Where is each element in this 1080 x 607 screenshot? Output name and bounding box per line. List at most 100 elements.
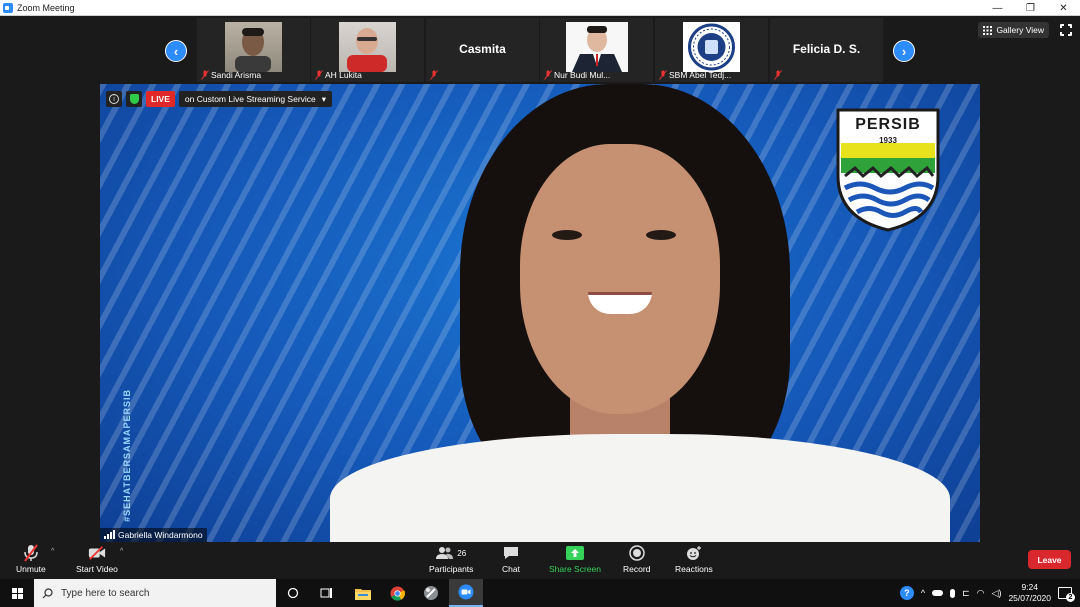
reactions-button[interactable]: Reactions (675, 544, 713, 574)
speaker-eye (552, 230, 582, 240)
cloud-icon[interactable] (932, 590, 944, 596)
participant-video (566, 22, 628, 72)
notification-center-icon[interactable]: 2 (1058, 587, 1075, 602)
taskbar-search[interactable]: Type here to search (34, 579, 276, 607)
live-stream-dropdown[interactable]: on Custom Live Streaming Service ▾ (178, 91, 333, 107)
zoom-logo-icon (3, 2, 13, 13)
participant-tile-nur-budi[interactable]: Nur Budi Mul... (540, 18, 653, 82)
record-icon (628, 544, 646, 562)
leave-button[interactable]: Leave (1028, 550, 1071, 569)
person-silhouette-icon (347, 28, 387, 72)
grid-icon (983, 25, 993, 35)
unmute-label: Unmute (16, 564, 46, 574)
search-icon (42, 587, 53, 598)
task-view-icon[interactable] (310, 579, 344, 607)
active-speaker-video: #SEHATBERSAMAPERSIB PERSIB 1933 i LIVE o… (100, 84, 980, 542)
help-icon[interactable]: ? (899, 586, 914, 600)
mic-muted-icon (430, 70, 438, 80)
network-icon[interactable]: ⊏ (962, 588, 970, 599)
mic-muted-icon (22, 544, 40, 562)
record-label: Record (623, 564, 651, 574)
mic-muted-icon (544, 70, 552, 80)
gallery-strip: ‹ Sandi Arisma AH Lukita Casmita Nur Bud… (0, 16, 1080, 84)
start-video-button[interactable]: Start Video (76, 544, 118, 574)
encryption-shield-button[interactable] (126, 91, 142, 107)
info-icon: i (109, 94, 119, 104)
mic-muted-icon (315, 70, 323, 80)
clock-date: 25/07/2020 (1008, 593, 1051, 603)
windows-taskbar: Type here to search ? ^ ⊏ ◠ ◁) 9:24 25/0… (0, 579, 1080, 607)
participant-tile-lukita[interactable]: AH Lukita (311, 18, 424, 82)
participant-name: Felicia D. S. (792, 42, 861, 56)
chrome-icon[interactable] (380, 579, 414, 607)
person-silhouette-icon (572, 26, 622, 72)
participant-tile-sandi[interactable]: Sandi Arisma (197, 18, 310, 82)
participant-video (683, 22, 740, 72)
background-side-text: #SEHATBERSAMAPERSIB (122, 389, 132, 522)
mic-muted-icon (659, 70, 667, 80)
minimize-button[interactable]: — (981, 0, 1014, 16)
share-screen-icon (565, 544, 584, 562)
start-button[interactable] (0, 579, 34, 607)
speaker-eye (646, 230, 676, 240)
meeting-info-button[interactable]: i (106, 91, 122, 107)
snipping-tool-icon[interactable] (414, 579, 448, 607)
signal-strength-icon (104, 530, 115, 539)
speaker-shirt (330, 434, 950, 542)
share-screen-button[interactable]: Share Screen (549, 544, 601, 574)
chat-button[interactable]: Chat (502, 544, 520, 574)
speaker-name-label: Gabriella Windarmono (100, 528, 207, 542)
unmute-button[interactable]: Unmute (16, 544, 46, 574)
record-button[interactable]: Record (623, 544, 650, 574)
search-placeholder: Type here to search (61, 587, 150, 599)
volume-icon[interactable]: ◁) (992, 588, 1002, 599)
participant-name: Nur Budi Mul... (554, 70, 611, 80)
windows-logo-icon (11, 587, 23, 599)
taskbar-clock[interactable]: 9:24 25/07/2020 (1008, 582, 1051, 604)
participants-icon: 26 (431, 544, 471, 562)
file-explorer-icon[interactable] (346, 579, 380, 607)
participants-count: 26 (457, 548, 467, 558)
previous-page-button[interactable]: ‹ (165, 40, 187, 62)
video-options-caret[interactable]: ^ (120, 548, 123, 555)
meeting-status-bar: i LIVE on Custom Live Streaming Service … (106, 91, 333, 107)
gallery-view-button[interactable]: Gallery View (978, 22, 1049, 38)
zoom-app-icon[interactable] (449, 579, 483, 607)
meeting-toolbar: Unmute ^ Start Video ^ 26 Participants C… (0, 542, 1080, 579)
live-stream-label: on Custom Live Streaming Service (184, 94, 316, 104)
chat-icon (502, 544, 520, 562)
cortana-icon[interactable] (276, 579, 310, 607)
video-off-icon (88, 544, 106, 562)
fullscreen-icon[interactable] (1059, 23, 1073, 37)
participant-tile-sbm-abel[interactable]: SBM Abel Tedj... (655, 18, 768, 82)
live-badge[interactable]: LIVE (146, 91, 175, 107)
participants-label: Participants (429, 564, 474, 574)
participant-name: Casmita (459, 42, 506, 56)
start-video-label: Start Video (76, 564, 118, 574)
wifi-icon[interactable]: ◠ (977, 588, 985, 599)
speaker-face (520, 144, 720, 414)
next-page-button[interactable]: › (893, 40, 915, 62)
close-button[interactable]: ✕ (1047, 0, 1080, 16)
reactions-label: Reactions (675, 564, 713, 574)
logo-year: 1933 (879, 136, 897, 145)
window-title: Zoom Meeting (17, 2, 75, 13)
participant-name: Sandi Arisma (211, 70, 262, 80)
notification-count: 2 (1066, 593, 1075, 602)
chevron-up-icon[interactable]: ^ (921, 588, 925, 598)
participant-tile-felicia[interactable]: Felicia D. S. (770, 18, 883, 82)
mic-muted-icon (201, 70, 209, 80)
participant-tile-casmita[interactable]: Casmita (426, 18, 539, 82)
gallery-view-label: Gallery View (996, 25, 1044, 35)
audio-options-caret[interactable]: ^ (51, 548, 54, 555)
chevron-down-icon: ▾ (321, 93, 327, 104)
institution-seal-icon (688, 23, 735, 71)
participant-name: SBM Abel Tedj... (669, 70, 732, 80)
microphone-icon[interactable] (950, 588, 956, 598)
participants-button[interactable]: 26 Participants (429, 544, 473, 574)
shield-icon (129, 94, 139, 104)
person-silhouette-icon (235, 28, 271, 72)
speaker-name: Gabriella Windarmono (118, 530, 203, 540)
clock-time: 9:24 (1021, 582, 1038, 592)
restore-button[interactable]: ❐ (1014, 0, 1047, 16)
